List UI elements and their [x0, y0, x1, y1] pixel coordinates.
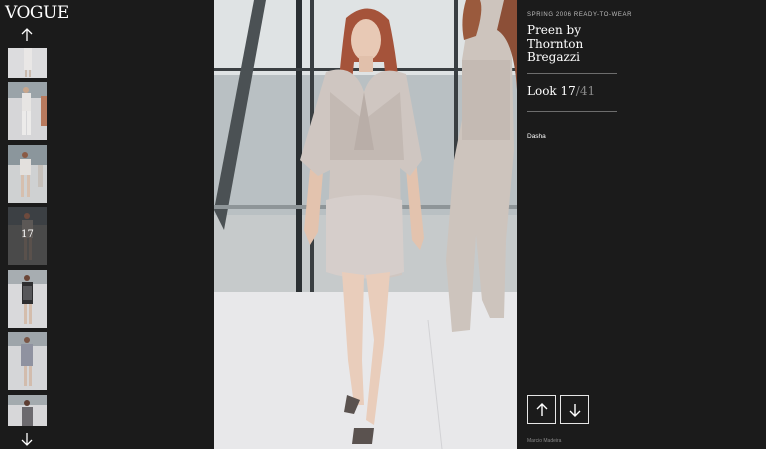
thumbnail-scroll-up-button[interactable] [18, 26, 36, 44]
look-current-number: 17 [560, 84, 576, 98]
look-prefix: Look [527, 84, 561, 98]
photo-credit: Marcio Madeira [527, 438, 562, 444]
thumbnail-look-17-active[interactable]: 17 [8, 207, 47, 265]
runway-photo [214, 0, 517, 449]
thumbnail-rail: VOGUE 17 [0, 0, 213, 449]
thumbnail-look-20[interactable] [8, 395, 47, 426]
designer-name[interactable]: Preen by Thornton Bregazzi [527, 23, 627, 65]
look-counter: Look 17/41 [527, 84, 595, 98]
next-look-button[interactable] [560, 395, 589, 424]
thumbnail-look-18[interactable] [8, 270, 47, 328]
runway-photo-image [214, 0, 517, 449]
active-thumbnail-number: 17 [21, 229, 34, 240]
look-info-panel: SPRING 2006 READY-TO-WEAR Preen by Thorn… [517, 0, 766, 449]
divider [527, 111, 617, 112]
season-label[interactable]: SPRING 2006 READY-TO-WEAR [527, 12, 632, 18]
thumbnail-look-14[interactable] [8, 48, 47, 78]
thumbnail-scroll-down-button[interactable] [18, 431, 36, 449]
divider [527, 73, 617, 74]
previous-look-button[interactable] [527, 395, 556, 424]
arrow-up-icon [21, 28, 33, 41]
vogue-logo[interactable]: VOGUE [5, 3, 69, 23]
thumbnail-look-16[interactable] [8, 145, 47, 203]
thumbnail-list: 17 [8, 48, 48, 426]
model-name[interactable]: Dasha [527, 133, 546, 140]
arrow-up-icon [536, 402, 547, 416]
arrow-down-icon [21, 433, 33, 446]
thumbnail-look-15[interactable] [8, 82, 47, 140]
thumbnail-look-19[interactable] [8, 332, 47, 390]
look-total: /41 [575, 84, 596, 98]
arrow-down-icon [569, 403, 580, 417]
